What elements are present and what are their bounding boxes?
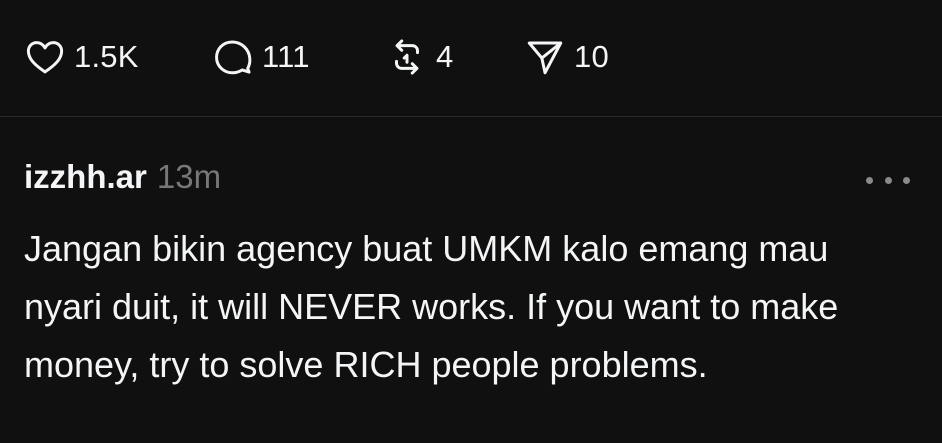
more-options-button[interactable] bbox=[866, 168, 910, 192]
post-header: izzhh.ar 13m bbox=[24, 158, 914, 204]
more-horizontal-icon-dot bbox=[884, 176, 892, 184]
username[interactable]: izzhh.ar bbox=[24, 158, 147, 196]
send-icon bbox=[524, 36, 566, 78]
heart-icon bbox=[24, 36, 66, 78]
timestamp: 13m bbox=[156, 158, 222, 195]
more-horizontal-icon-dot bbox=[903, 176, 910, 184]
repost-icon bbox=[386, 36, 428, 78]
comment-icon bbox=[212, 36, 254, 78]
share-count: 10 bbox=[574, 39, 609, 74]
more-horizontal-icon bbox=[866, 176, 873, 184]
share-button[interactable]: 10 bbox=[524, 34, 644, 80]
like-count: 1.5K bbox=[74, 39, 139, 74]
reply-post: izzhh.ar 13m Jangan bikin agency buat UM… bbox=[24, 158, 914, 394]
repost-button[interactable]: 4 bbox=[386, 34, 524, 80]
post-action-bar: 1.5K 111 4 10 bbox=[24, 34, 644, 80]
comment-count: 111 bbox=[262, 39, 310, 74]
post-text: Jangan bikin agency buat UMKM kalo emang… bbox=[24, 228, 839, 385]
like-button[interactable]: 1.5K bbox=[24, 34, 212, 80]
repost-count: 4 bbox=[436, 39, 454, 74]
divider bbox=[0, 116, 942, 117]
comment-button[interactable]: 111 bbox=[212, 34, 386, 80]
